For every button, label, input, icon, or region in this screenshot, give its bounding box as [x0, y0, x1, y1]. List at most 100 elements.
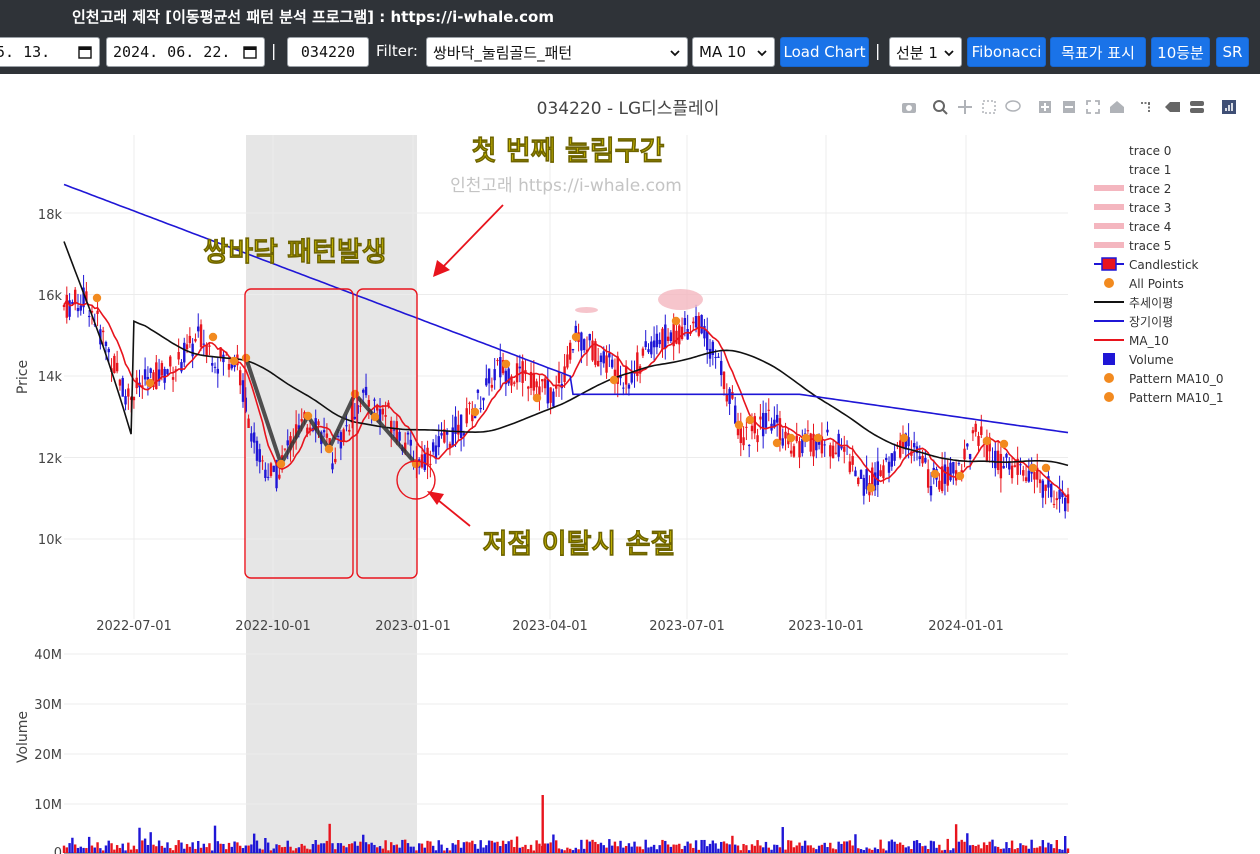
volume-bar[interactable]: [127, 842, 130, 853]
candle-body[interactable]: [353, 416, 357, 419]
volume-bar[interactable]: [524, 844, 527, 853]
volume-bar[interactable]: [977, 844, 980, 853]
calendar-icon[interactable]: [78, 45, 92, 59]
volume-bar[interactable]: [1022, 845, 1025, 853]
candle-body[interactable]: [132, 396, 136, 401]
sr-button[interactable]: SR: [1216, 37, 1249, 67]
volume-bar[interactable]: [747, 850, 751, 853]
legend-item[interactable]: Pattern MA10_1: [1104, 391, 1223, 405]
candle-body[interactable]: [549, 387, 552, 403]
volume-bar[interactable]: [568, 848, 572, 853]
volume-bar[interactable]: [851, 845, 854, 853]
candle-body[interactable]: [348, 429, 351, 432]
volume-bar[interactable]: [250, 844, 253, 853]
volume-bar[interactable]: [594, 841, 597, 853]
volume-bar[interactable]: [638, 846, 642, 853]
volume-bar[interactable]: [736, 845, 740, 853]
candle-body[interactable]: [608, 353, 611, 358]
candle-body[interactable]: [188, 335, 192, 344]
stock-code-input[interactable]: 034220: [287, 37, 369, 67]
candle-body[interactable]: [197, 326, 200, 332]
filter-select[interactable]: 쌍바닥_눌림골드_패턴: [426, 37, 688, 67]
volume-bar[interactable]: [610, 845, 614, 853]
candle-body[interactable]: [487, 368, 491, 384]
candle-body[interactable]: [194, 338, 197, 342]
candle-body[interactable]: [423, 453, 426, 470]
pattern-marker[interactable]: [92, 293, 102, 303]
volume-bar[interactable]: [868, 848, 871, 853]
candle-body[interactable]: [778, 418, 782, 441]
pattern-marker[interactable]: [899, 433, 909, 443]
volume-bar[interactable]: [745, 845, 748, 853]
candle-body[interactable]: [264, 469, 267, 478]
candle-body[interactable]: [767, 409, 770, 411]
candle-body[interactable]: [166, 369, 169, 375]
legend-item[interactable]: trace 3: [1094, 201, 1171, 215]
volume-bar[interactable]: [949, 850, 952, 853]
volume-bar[interactable]: [555, 840, 558, 853]
candle-body[interactable]: [127, 388, 130, 397]
volume-bar[interactable]: [781, 827, 784, 853]
volume-bar[interactable]: [1005, 842, 1008, 853]
volume-bar[interactable]: [141, 840, 144, 853]
volume-bar[interactable]: [1019, 843, 1022, 853]
volume-bar[interactable]: [1013, 849, 1017, 853]
volume-bar[interactable]: [493, 842, 496, 853]
candle-body[interactable]: [1066, 494, 1070, 504]
volume-bar[interactable]: [999, 848, 1003, 853]
volume-bar[interactable]: [1024, 845, 1028, 853]
volume-bar[interactable]: [118, 847, 122, 853]
volume-bar[interactable]: [230, 846, 233, 853]
volume-bar[interactable]: [899, 842, 902, 853]
candle-body[interactable]: [664, 324, 667, 349]
volume-bar[interactable]: [65, 847, 68, 853]
candle-body[interactable]: [697, 315, 701, 336]
volume-bar[interactable]: [392, 845, 396, 853]
volume-bar[interactable]: [938, 844, 941, 853]
volume-bar[interactable]: [278, 845, 281, 853]
volume-bar[interactable]: [910, 849, 913, 853]
candle-body[interactable]: [885, 457, 888, 461]
legend-item[interactable]: trace 5: [1094, 239, 1171, 253]
candle-body[interactable]: [946, 466, 949, 486]
candle-body[interactable]: [706, 331, 709, 350]
candle-body[interactable]: [862, 477, 866, 496]
volume-bar[interactable]: [773, 844, 776, 853]
candle-body[interactable]: [669, 332, 673, 342]
candle-body[interactable]: [266, 476, 270, 478]
pan-icon[interactable]: [958, 100, 972, 114]
candle-body[interactable]: [496, 360, 499, 362]
volume-bar[interactable]: [759, 845, 762, 853]
pattern-marker[interactable]: [145, 378, 155, 388]
candle-body[interactable]: [876, 461, 880, 485]
candle-body[interactable]: [1052, 503, 1056, 505]
volume-bar[interactable]: [770, 849, 773, 853]
volume-bar[interactable]: [552, 834, 555, 853]
volume-bar[interactable]: [403, 839, 407, 853]
volume-bar[interactable]: [143, 838, 147, 853]
volume-bar[interactable]: [238, 845, 242, 853]
volume-bar[interactable]: [753, 845, 756, 853]
candle-body[interactable]: [921, 455, 924, 464]
volume-bar[interactable]: [445, 847, 449, 853]
legend-item[interactable]: trace 2: [1094, 182, 1171, 196]
pattern-marker[interactable]: [813, 433, 823, 443]
volume-bar[interactable]: [205, 847, 208, 853]
volume-bar[interactable]: [451, 843, 454, 853]
volume-bar[interactable]: [68, 843, 71, 853]
volume-bar[interactable]: [476, 848, 480, 853]
volume-bar[interactable]: [255, 840, 259, 853]
volume-bar[interactable]: [655, 849, 659, 853]
volume-bar[interactable]: [227, 842, 231, 853]
volume-bar[interactable]: [882, 848, 885, 853]
plotly-chart[interactable]: 034220 - LG디스플레이 인천고래 https://i-whale.co…: [0, 74, 1260, 854]
volume-bar[interactable]: [535, 840, 538, 853]
volume-bar[interactable]: [188, 846, 192, 853]
candle-body[interactable]: [143, 369, 147, 380]
volume-bar[interactable]: [624, 845, 628, 853]
candle-body[interactable]: [831, 445, 835, 459]
volume-bar[interactable]: [311, 844, 315, 853]
volume-bar[interactable]: [907, 846, 910, 853]
volume-bar[interactable]: [479, 840, 482, 853]
volume-bar[interactable]: [963, 841, 966, 853]
